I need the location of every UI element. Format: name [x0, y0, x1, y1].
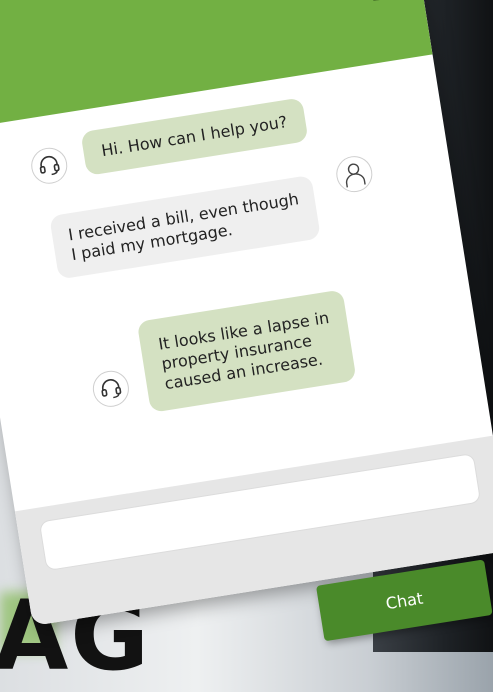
- menu-icon[interactable]: [367, 0, 402, 1]
- chat-window: Hi. How can I help you? I received a bil…: [0, 0, 493, 626]
- agent-message: It looks like a lapse in property insura…: [136, 289, 358, 413]
- agent-message: Hi. How can I help you?: [80, 97, 309, 176]
- user-message: I received a bill, even though I paid my…: [49, 174, 322, 280]
- message-input[interactable]: [38, 452, 482, 572]
- headset-icon: [90, 368, 132, 410]
- person-icon: [333, 153, 375, 195]
- message-text: Hi. How can I help you?: [100, 112, 289, 161]
- headset-icon: [28, 145, 70, 187]
